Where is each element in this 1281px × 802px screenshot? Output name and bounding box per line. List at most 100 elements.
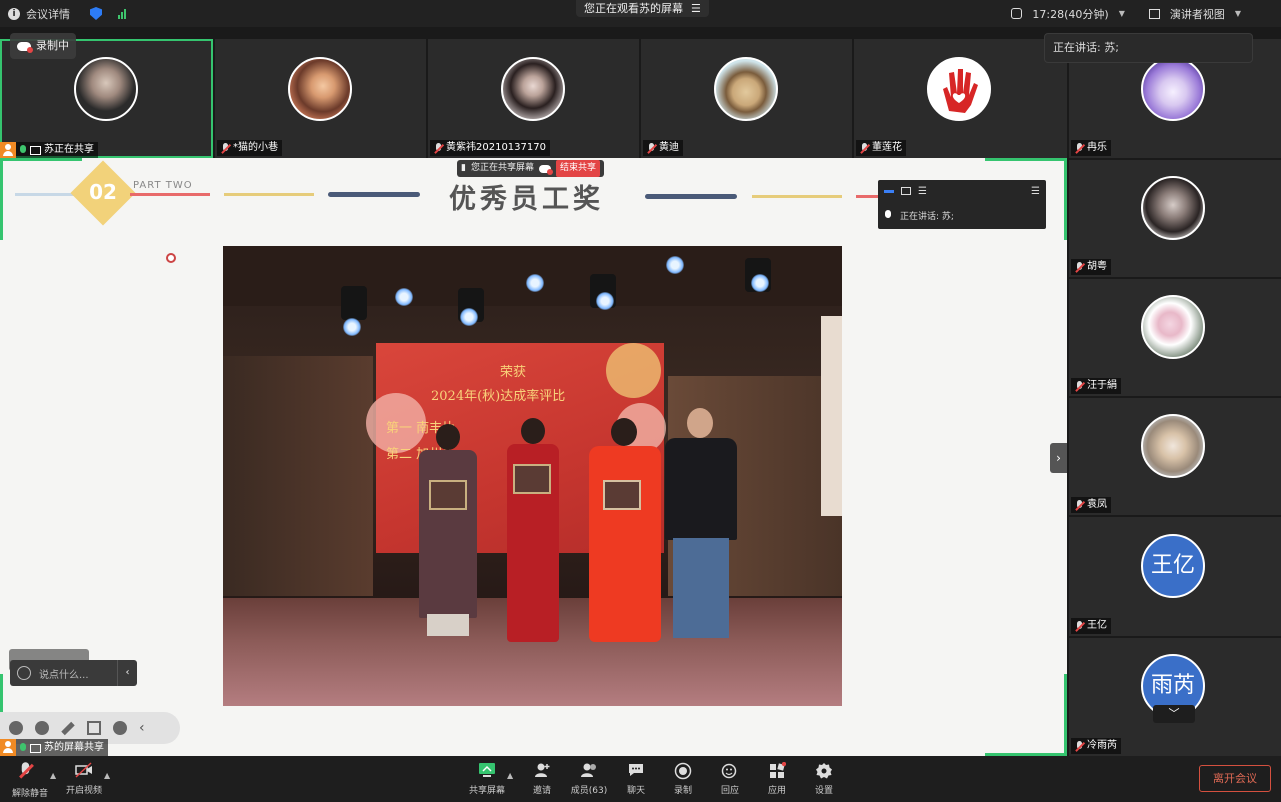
speaking-banner: 正在讲话: 苏; [1044,33,1253,63]
leave-meeting-button[interactable]: 离开会议 [1199,765,1271,792]
awardee-3 [583,418,667,646]
bottom-toolbar: 解除静音 ▲ 开启视频 ▲ 共享屏幕 ▲ 邀请 成员(63) 聊天 录制 回应 … [0,756,1281,802]
participant-tile-side-1[interactable]: 胡粤 [1069,160,1281,277]
chevron-up-icon[interactable]: ▲ [104,771,110,780]
participant-nameplate: 袁凤 [1071,497,1111,513]
invite-label: 邀请 [532,786,551,796]
muted-microphone-icon [1075,740,1084,752]
share-screen-button[interactable]: 共享屏幕 [465,762,509,796]
more-icon[interactable] [113,721,127,735]
pen-icon[interactable] [61,721,75,735]
chevron-down-icon[interactable]: ▼ [1235,9,1241,18]
viewing-banner-text: 您正在观看苏的屏幕 [584,2,683,15]
screenshot-icon[interactable] [87,721,101,735]
participant-nameplate: 胡粤 [1071,259,1111,275]
microphone-icon [19,144,27,156]
avatar [288,57,352,121]
unmute-label: 解除静音 [11,789,48,799]
info-icon[interactable]: i [8,7,20,20]
next-page-icon[interactable] [35,721,49,735]
participant-tile-side-5[interactable]: 雨芮 冷雨芮 [1069,638,1281,756]
members-button[interactable]: 成员(63) [567,762,611,796]
participant-tile-side-4[interactable]: 王亿 王亿 [1069,517,1281,636]
awardee-1 [413,424,481,646]
chevron-down-icon[interactable]: ▼ [1119,9,1125,18]
apps-grid-icon [768,761,787,780]
viewing-banner[interactable]: 您正在观看苏的屏幕 ☰ [576,0,709,17]
participant-tile-side-3[interactable]: 袁凤 [1069,398,1281,515]
host-icon [0,142,16,158]
prev-page-icon[interactable] [9,721,23,735]
participant-tile-1[interactable]: *猫的小巷 [215,39,426,158]
scroll-down-button[interactable]: ﹀ [1153,705,1195,723]
speaking-text: 正在讲话: 苏; [1053,41,1119,54]
signal-bars-icon[interactable] [118,8,126,19]
minimize-icon[interactable] [884,189,894,193]
participant-nameplate: 冉乐 [1071,140,1111,156]
avatar: 王亿 [1141,534,1205,598]
collapse-chat-button[interactable]: ‹ [117,660,137,686]
floating-mini-toolbar[interactable]: ☰ ☰ 正在讲话: 苏; [878,180,1046,229]
participant-name: *猫的小巷 [233,142,278,153]
participant-tile-4[interactable]: 董莲花 [854,39,1067,158]
list-icon[interactable]: ☰ [918,186,927,197]
share-screen-icon [478,762,496,780]
sharing-status-pill[interactable]: ▮ 您正在共享屏幕 结束共享 [457,160,604,177]
top-bar: i 会议详情 您正在观看苏的屏幕 ☰ 17:28(40分钟) ▼ 演讲者视图 ▼ [0,0,1281,27]
muted-microphone-icon [1075,620,1084,632]
chat-input-placeholder[interactable]: 说点什么... [39,666,89,681]
participant-nameplate: 冷雨芮 [1071,738,1121,754]
chevron-up-icon[interactable]: ▲ [50,771,56,780]
avatar [1141,295,1205,359]
security-shield-icon[interactable] [90,7,102,20]
mini-speaking-text: 正在讲话: 苏; [900,211,954,222]
menu-icon[interactable]: ☰ [1031,186,1040,197]
participant-nameplate: 苏正在共享 [0,142,98,158]
awardee-2 [499,418,567,646]
apps-button[interactable]: 应用 [755,761,799,796]
slide-title: 优秀员工奖 [449,184,604,215]
end-share-button[interactable]: 结束共享 [555,160,600,177]
chevron-up-icon[interactable]: ▲ [507,771,513,780]
members-icon [580,762,598,780]
invite-button[interactable]: 邀请 [520,762,564,796]
backdrop-text: 2024年(秋)达成率评比 [431,389,566,404]
meeting-info-link[interactable]: 会议详情 [26,6,70,22]
stage-light [666,256,684,274]
collapse-icon[interactable]: ‹ [139,720,145,736]
reactions-button[interactable]: 回应 [708,762,752,796]
recording-indicator[interactable]: 录制中 [10,33,76,59]
stage-light [751,274,769,292]
members-label: 成员(63) [570,786,608,796]
settings-button[interactable]: 设置 [802,762,846,796]
participant-tile-3[interactable]: 黄迪 [641,39,852,158]
microphone-icon [884,209,892,221]
participant-tile-side-2[interactable]: 汪于絹 [1069,279,1281,396]
share-border-corner [0,158,82,161]
start-video-button[interactable]: 开启视频 [62,762,106,796]
menu-icon[interactable]: ☰ [691,0,701,17]
muted-microphone-icon [434,142,443,154]
window-icon[interactable] [901,187,911,195]
record-label: 录制 [673,786,692,796]
chat-button[interactable]: 聊天 [614,762,658,796]
participant-nameplate: 董莲花 [856,140,906,156]
stage-light [395,288,413,306]
record-button[interactable]: 录制 [661,762,705,796]
unmute-button[interactable]: 解除静音 [8,762,52,799]
settings-label: 设置 [814,786,833,796]
next-page-button[interactable]: › [1050,443,1067,473]
decor-line [856,195,878,198]
emoji-icon[interactable] [17,666,31,680]
meeting-timer: 17:28(40分钟) [1032,7,1109,21]
view-mode-selector[interactable]: 演讲者视图 [1170,6,1225,22]
shared-screen: 02 PART TWO 优秀员工奖 ▮ 您正在共享屏幕 结束共享 ☰ ☰ 正在讲… [0,158,1067,756]
muted-microphone-icon [221,142,230,154]
participant-tile-2[interactable]: 黄紫祎20210137170 [428,39,639,158]
timer-icon [1011,8,1023,19]
participant-name: 冷雨芮 [1087,740,1117,751]
section-number: 02 [89,180,117,204]
stage-light [460,308,478,326]
chevron-down-icon: ﹀ [1168,707,1180,720]
chat-input-bar[interactable]: 说点什么... ‹ [10,660,137,686]
